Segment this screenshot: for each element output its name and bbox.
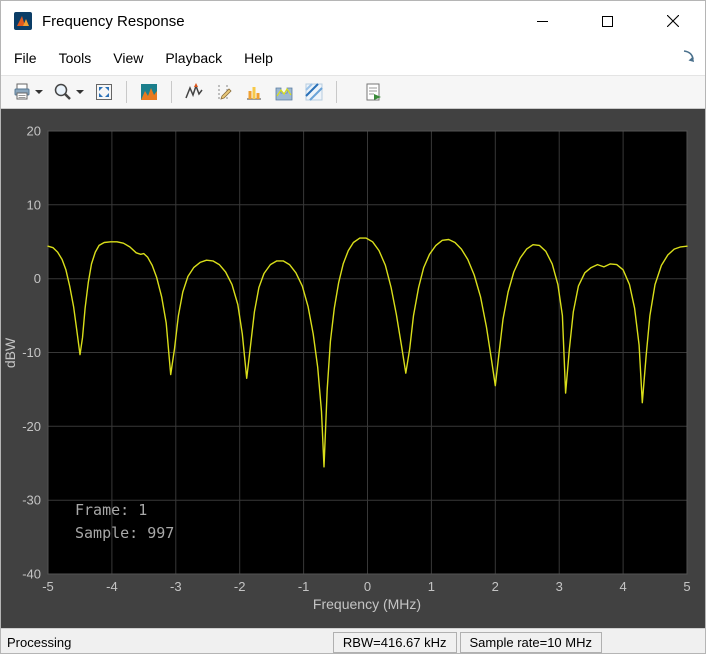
- peak-finder-button[interactable]: [180, 78, 208, 106]
- close-button[interactable]: [640, 1, 705, 41]
- svg-text:0: 0: [34, 271, 41, 286]
- sample-annotation: Sample: 997: [75, 524, 174, 542]
- figure-area: -5-4-3-2-1012345-40-30-20-1001020 dBW Fr…: [1, 109, 705, 628]
- svg-text:-40: -40: [22, 567, 41, 582]
- svg-text:-10: -10: [22, 345, 41, 360]
- print-dropdown-caret-icon: [35, 90, 43, 94]
- peak-finder-icon: [184, 82, 204, 102]
- sample-rate-field: Sample rate=10 MHz: [460, 632, 602, 653]
- svg-text:-30: -30: [22, 493, 41, 508]
- app-logo-icon: [14, 12, 32, 30]
- svg-text:4: 4: [619, 579, 626, 594]
- spectrogram-button[interactable]: [300, 78, 328, 106]
- svg-text:-2: -2: [234, 579, 246, 594]
- menu-playback[interactable]: Playback: [154, 44, 233, 72]
- toolbar: [1, 75, 705, 109]
- svg-text:10: 10: [27, 197, 41, 212]
- signal-statistics-button[interactable]: [240, 78, 268, 106]
- svg-text:-1: -1: [298, 579, 310, 594]
- toolbar-separator: [126, 81, 127, 103]
- spectrum-settings-button[interactable]: [135, 78, 163, 106]
- svg-text:5: 5: [683, 579, 690, 594]
- y-axis-label: dBW: [2, 337, 18, 368]
- svg-text:3: 3: [556, 579, 563, 594]
- report-button[interactable]: [359, 78, 387, 106]
- plot-canvas[interactable]: -5-4-3-2-1012345-40-30-20-1001020 dBW Fr…: [1, 109, 706, 628]
- menu-help[interactable]: Help: [233, 44, 284, 72]
- statusbar: Processing RBW=416.67 kHz Sample rate=10…: [1, 628, 705, 654]
- toolbar-separator: [336, 81, 337, 103]
- fit-to-view-icon: [94, 82, 114, 102]
- zoom-dropdown-caret-icon: [76, 90, 84, 94]
- spectral-mask-icon: [274, 82, 294, 102]
- menu-file[interactable]: File: [3, 44, 48, 72]
- printer-icon: [12, 82, 32, 102]
- spectrogram-icon: [304, 82, 324, 102]
- rbw-field: RBW=416.67 kHz: [333, 632, 457, 653]
- svg-text:1: 1: [428, 579, 435, 594]
- window-title: Frequency Response: [42, 13, 185, 30]
- window-controls: [510, 1, 705, 41]
- maximize-button[interactable]: [575, 1, 640, 41]
- spectrum-settings-icon: [139, 82, 159, 102]
- menubar: File Tools View Playback Help: [1, 41, 705, 75]
- zoom-button[interactable]: [49, 78, 88, 106]
- titlebar: Frequency Response: [1, 1, 705, 41]
- cursor-measurements-icon: [214, 82, 234, 102]
- menu-view[interactable]: View: [102, 44, 154, 72]
- report-icon: [363, 82, 383, 102]
- spectrum-analyzer-window: Frequency Response File Tools View Playb…: [0, 0, 706, 654]
- signal-statistics-icon: [244, 82, 264, 102]
- magnifier-icon: [53, 82, 73, 102]
- svg-text:-3: -3: [170, 579, 182, 594]
- fit-to-view-button[interactable]: [90, 78, 118, 106]
- dock-arrow-icon: [680, 48, 698, 66]
- print-button[interactable]: [8, 78, 47, 106]
- svg-text:-5: -5: [42, 579, 54, 594]
- toolbar-separator: [171, 81, 172, 103]
- minimize-button[interactable]: [510, 1, 575, 41]
- svg-text:2: 2: [492, 579, 499, 594]
- menu-tools[interactable]: Tools: [48, 44, 103, 72]
- dock-button[interactable]: [680, 48, 698, 66]
- frame-annotation: Frame: 1: [75, 501, 147, 519]
- svg-text:-20: -20: [22, 419, 41, 434]
- svg-text:-4: -4: [106, 579, 118, 594]
- spectral-mask-button[interactable]: [270, 78, 298, 106]
- cursor-measurements-button[interactable]: [210, 78, 238, 106]
- svg-text:0: 0: [364, 579, 371, 594]
- svg-text:20: 20: [27, 124, 41, 139]
- status-processing: Processing: [1, 635, 333, 650]
- x-axis-label: Frequency (MHz): [313, 596, 421, 612]
- maximize-icon: [602, 16, 613, 27]
- minimize-icon: [537, 16, 548, 27]
- close-icon: [667, 15, 679, 27]
